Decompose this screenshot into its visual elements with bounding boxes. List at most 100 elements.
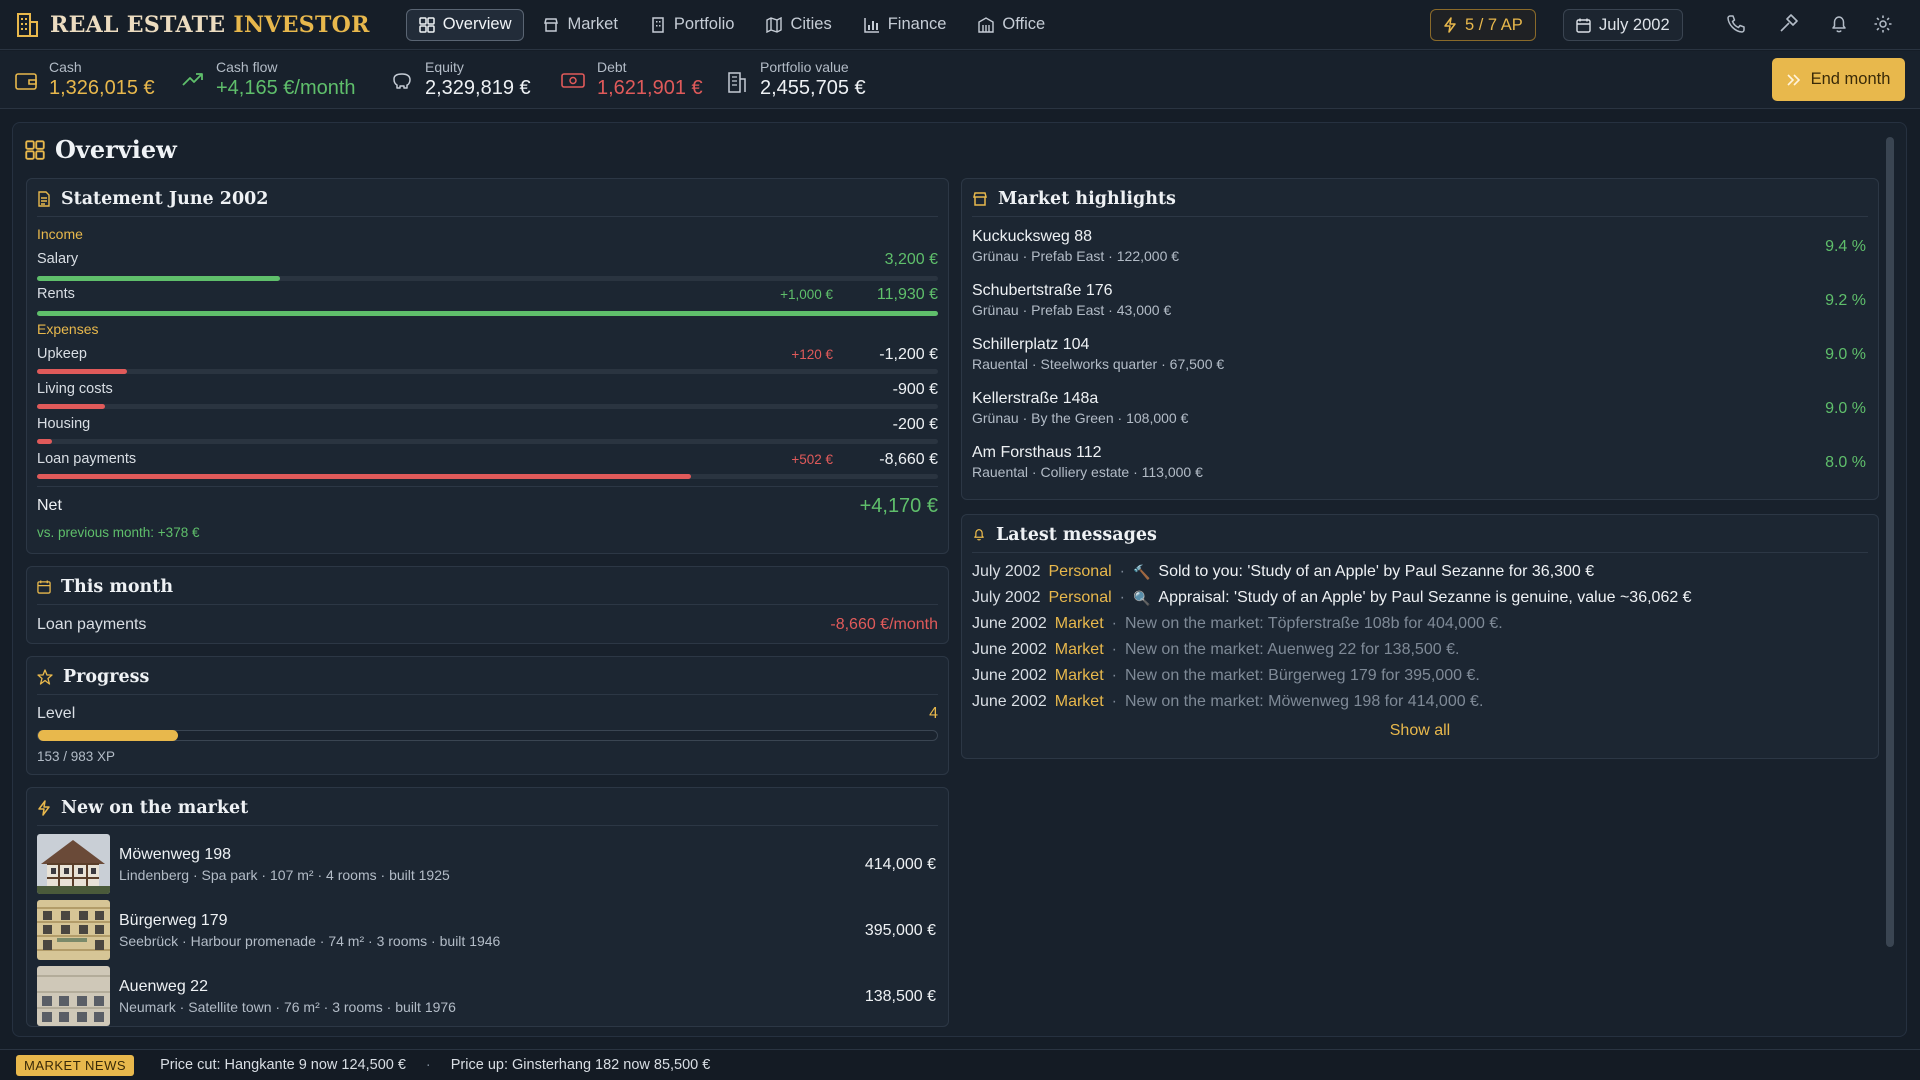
upkeep-bar-fill [37,369,128,374]
nav-item-cities[interactable]: Cities [753,9,844,41]
office-icon [978,16,995,33]
action-points-text: 5 / 7 AP [1465,15,1523,34]
loan-payments-label: Loan payments [37,451,137,467]
upkeep-label: Upkeep [37,346,87,362]
new-on-market-title: New on the market [61,797,249,818]
upkeep-delta: +120 € [791,347,833,362]
hammer-icon[interactable] [1778,14,1798,34]
living-costs-label: Living costs [37,381,113,397]
highlight-row[interactable]: Kuckucksweg 88 Grünau · Prefab East · 12… [972,228,1868,282]
action-points-badge[interactable]: 5 / 7 AP [1430,9,1536,41]
nav-item-market[interactable]: Market [530,9,630,41]
nav-item-portfolio[interactable]: Portfolio [637,9,748,41]
bell-icon[interactable] [1829,14,1849,34]
living-costs-bar-fill [37,404,106,409]
market-listing[interactable]: Möwenweg 198 Lindenberg · Spa park · 107… [37,834,938,896]
show-all-link[interactable]: Show all [962,722,1878,740]
stat-value: +4,165 €/month [216,77,356,99]
market-highlights-header: Market highlights [972,187,1868,217]
latest-messages-title: Latest messages [996,524,1157,545]
message-row[interactable]: June 2002 Market · New on the market: Au… [972,637,1868,663]
rents-bar [37,311,938,316]
highlight-details: Rauental · Colliery estate · 113,000 € [972,464,1203,480]
message-row[interactable]: June 2002 Market · New on the market: Bü… [972,663,1868,689]
this-month-label: Loan payments [37,616,147,633]
new-on-market-header: New on the market [37,796,938,826]
market-listing[interactable]: Auenweg 22 Neumark · Satellite town · 76… [37,966,938,1026]
ticker-item[interactable]: Price up: Ginsterhang 182 now 85,500 € [451,1057,711,1073]
end-month-label: End month [1810,70,1891,88]
latest-messages-header: Latest messages [972,523,1868,553]
new-on-market-panel: New on the market Möwenweg 198 Lindenber… [26,787,949,1027]
app-brand: REAL ESTATE INVESTOR [14,12,370,38]
property-photo [37,900,110,960]
progress-title: Progress [63,666,150,687]
net-value: +4,170 € [859,495,938,517]
rents-value: 11,930 € [876,286,938,303]
highlight-row[interactable]: Am Forsthaus 112 Rauental · Colliery est… [972,444,1868,498]
housing-bar-fill [37,439,53,444]
highlight-details: Grünau · Prefab East · 43,000 € [972,302,1172,318]
level-label: Level [37,705,76,722]
rents-bar-fill [37,311,938,316]
grid-icon [25,139,45,160]
listing-price: 138,500 € [864,988,936,1005]
end-month-button[interactable]: End month [1772,58,1905,101]
rents-label: Rents [37,286,75,302]
chart-icon [863,17,879,33]
stat-value: 1,326,015 € [49,77,155,99]
grid-icon [418,16,435,33]
housing-label: Housing [37,416,91,432]
listing-details: Neumark · Satellite town · 76 m² · 3 roo… [119,999,456,1015]
stat-cash-flow: Cash flow +4,165 €/month [182,59,356,101]
nav-label: Market [567,15,618,33]
loan-payments-delta: +502 € [791,452,833,467]
nav-item-overview[interactable]: Overview [405,8,525,41]
stat-label: Cash [49,59,82,75]
main-scrollbar[interactable] [1886,137,1894,947]
highlight-name: Kuckucksweg 88 [972,228,1093,245]
salary-bar [37,276,938,281]
stat-label: Debt [597,59,627,75]
loan-payments-value: -8,660 € [879,451,938,468]
gear-icon[interactable] [1873,14,1893,34]
this-month-header: This month [37,575,938,605]
highlight-row[interactable]: Kellerstraße 148a Grünau · By the Green … [972,390,1868,444]
housing-bar [37,439,938,444]
message-row[interactable]: July 2002 Personal · 🔨 Sold to you: 'Stu… [972,559,1868,585]
app-title: REAL ESTATE INVESTOR [50,11,370,38]
listing-name: Möwenweg 198 [119,846,232,863]
listing-price: 414,000 € [864,856,936,873]
net-label: Net [37,497,62,514]
message-row[interactable]: July 2002 Personal · 🔍 Appraisal: 'Study… [972,585,1868,611]
message-row[interactable]: June 2002 Market · New on the market: Tö… [972,611,1868,637]
xp-bar-fill [38,730,179,741]
housing-value: -200 € [892,416,938,433]
nav-label: Cities [790,15,832,33]
lightning-icon [1444,17,1456,33]
market-news-badge: MARKET NEWS [16,1054,135,1076]
highlight-row[interactable]: Schillerplatz 104 Rauental · Steelworks … [972,336,1868,390]
phone-icon[interactable] [1726,14,1746,34]
ticker-separator: · [425,1057,431,1073]
market-news-ticker: MARKET NEWS Price cut: Hangkante 9 now 1… [0,1049,1920,1080]
salary-value: 3,200 € [884,251,938,268]
nav-item-finance[interactable]: Finance [851,9,960,41]
nav-item-office[interactable]: Office [965,9,1058,41]
building-icon [652,16,664,33]
highlight-name: Schillerplatz 104 [972,336,1090,353]
stat-portfolio-value: Portfolio value 2,455,705 € [726,59,866,101]
loan-payments-bar-fill [37,474,692,479]
nav-label: Overview [442,15,512,33]
salary-label: Salary [37,251,79,267]
market-listing[interactable]: Bürgerweg 179 Seebrück · Harbour promena… [37,900,938,962]
highlight-row[interactable]: Schubertstraße 176 Grünau · Prefab East … [972,282,1868,336]
main-nav: Overview Market Portfolio Cities Finance… [405,8,1065,41]
living-costs-bar [37,404,938,409]
message-row[interactable]: June 2002 Market · New on the market: Mö… [972,689,1868,715]
expenses-section-label: Expenses [37,321,99,337]
this-month-panel: This month Loan payments -8,660 €/month [26,566,949,644]
current-date-badge[interactable]: July 2002 [1563,9,1683,41]
highlight-yield: 9.2 % [1825,292,1866,309]
ticker-item[interactable]: Price cut: Hangkante 9 now 124,500 € [160,1057,406,1073]
